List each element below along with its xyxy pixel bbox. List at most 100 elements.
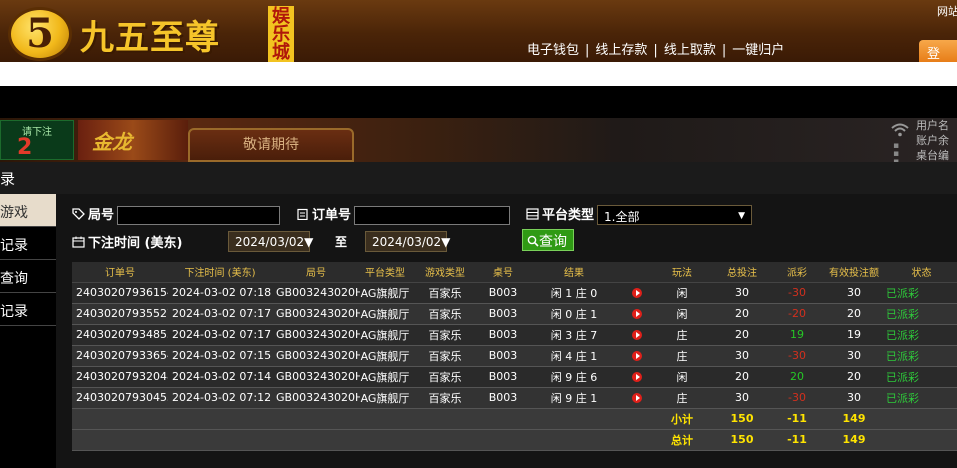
- chevron-down-icon: ▼: [738, 211, 745, 221]
- query-button[interactable]: 查询: [522, 229, 574, 251]
- sidebar-item-game[interactable]: 游戏: [0, 194, 56, 227]
- nav-consolidate-link[interactable]: 一键归户: [732, 43, 784, 58]
- nav-wallet-link[interactable]: 电子钱包: [527, 43, 579, 58]
- empty-cell: [272, 408, 360, 430]
- order-input[interactable]: [354, 206, 510, 225]
- cell-total-bet: 20: [712, 324, 772, 346]
- cell-platform: AG旗舰厅: [360, 345, 410, 367]
- cell-payout: -20: [772, 303, 822, 325]
- nav-withdraw-link[interactable]: 线上取款: [664, 43, 716, 58]
- site-link[interactable]: 网站: [937, 3, 957, 19]
- video-replay-icon[interactable]: [632, 372, 642, 382]
- subtotal-row: 小计 150 -11 149: [72, 408, 957, 430]
- date-from-picker[interactable]: 2024/03/02▼: [228, 231, 313, 252]
- column-header-bet-time: 下注时间 (美东): [168, 262, 272, 283]
- cell-status: 已派彩: [886, 366, 957, 388]
- cell-status: 已派彩: [886, 303, 957, 325]
- column-header-payout: 派彩: [772, 262, 822, 283]
- balance-label: 账户余: [916, 134, 949, 147]
- total-row: 总计 150 -11 149: [72, 429, 957, 451]
- cell-result-icon: [622, 303, 652, 325]
- video-replay-icon[interactable]: [632, 288, 642, 298]
- empty-cell: [168, 408, 272, 430]
- cell-bet-time: 2024-03-02 07:17:07: [168, 324, 272, 346]
- table-row[interactable]: 2403020793552752024-03-02 07:17:47GB0032…: [72, 303, 957, 325]
- subtotal-row-bet: 150: [712, 408, 772, 430]
- total-row-payout: -11: [772, 429, 822, 451]
- cell-bet-type: 庄: [652, 345, 712, 367]
- sidebar-item-records[interactable]: 记录: [0, 227, 56, 260]
- video-replay-icon[interactable]: [632, 393, 642, 403]
- list-icon: [526, 208, 539, 220]
- cell-result: 闲 4 庄 1: [526, 345, 622, 367]
- cell-platform: AG旗舰厅: [360, 387, 410, 409]
- table-row[interactable]: 2403020793485582024-03-02 07:17:07GB0032…: [72, 324, 957, 346]
- cell-bet-time: 2024-03-02 07:17:47: [168, 303, 272, 325]
- section-title: 录: [0, 162, 957, 194]
- total-row-valid: 149: [822, 429, 886, 451]
- video-replay-icon[interactable]: [632, 330, 642, 340]
- white-strip: [0, 62, 957, 86]
- subtotal-row-label: 小计: [652, 408, 712, 430]
- date-to-picker[interactable]: 2024/03/02▼: [365, 231, 450, 252]
- cell-round-id: GB003243020H5: [272, 366, 360, 388]
- cell-result-icon: [622, 366, 652, 388]
- nav-deposit-link[interactable]: 线上存款: [595, 43, 647, 58]
- empty-cell: [622, 429, 652, 451]
- round-label: 局号: [72, 204, 114, 223]
- logo-icon[interactable]: 5: [8, 7, 72, 61]
- cell-payout: -30: [772, 282, 822, 304]
- stay-tuned-tab[interactable]: 敬请期待: [188, 128, 354, 162]
- cell-result-icon: [622, 324, 652, 346]
- platform-select[interactable]: 1.全部 ▼: [597, 205, 752, 225]
- empty-cell: [72, 429, 168, 451]
- login-button[interactable]: 登: [919, 40, 957, 62]
- video-replay-icon[interactable]: [632, 309, 642, 319]
- search-icon: [527, 235, 539, 247]
- cell-game-type: 百家乐: [410, 366, 480, 388]
- video-replay-icon[interactable]: [632, 351, 642, 361]
- cell-bet-time: 2024-03-02 07:14:19: [168, 366, 272, 388]
- total-row-bet: 150: [712, 429, 772, 451]
- bet-label: 请下注: [22, 127, 52, 138]
- cell-round-id: GB003243020H3: [272, 387, 360, 409]
- calendar-icon: [72, 236, 85, 248]
- cell-payout: 20: [772, 366, 822, 388]
- empty-cell: [526, 408, 622, 430]
- cell-status: 已派彩: [886, 387, 957, 409]
- cell-platform: AG旗舰厅: [360, 282, 410, 304]
- table-id-label: 桌台编: [916, 149, 949, 162]
- game-banner: 请下注 2 金龙 敬请期待 ▪ ▪ ▪ 用户名 账户余 桌台编: [0, 118, 957, 162]
- cell-platform: AG旗舰厅: [360, 366, 410, 388]
- table-row[interactable]: 2403020793615472024-03-02 07:18:22GB0032…: [72, 282, 957, 304]
- cell-order-id: 240302079320487: [72, 366, 168, 388]
- cell-result: 闲 1 庄 0: [526, 282, 622, 304]
- cell-result-icon: [622, 387, 652, 409]
- cell-result: 闲 0 庄 1: [526, 303, 622, 325]
- to-label: 至: [335, 235, 348, 249]
- cell-round-id: GB003243020HB: [272, 303, 360, 325]
- table-row[interactable]: 2403020793045312024-03-02 07:12:55GB0032…: [72, 387, 957, 409]
- sidebar-item-query[interactable]: 查询: [0, 260, 56, 293]
- query-button-label: 查询: [539, 234, 567, 250]
- table-row[interactable]: 2403020793204872024-03-02 07:14:19GB0032…: [72, 366, 957, 388]
- subtotal-row-payout: -11: [772, 408, 822, 430]
- sidebar: 游戏 记录 查询 记录: [0, 194, 56, 468]
- empty-cell: [410, 408, 480, 430]
- table-row[interactable]: 2403020793365482024-03-02 07:15:51GB0032…: [72, 345, 957, 367]
- user-info: 用户名 账户余 桌台编: [916, 118, 949, 162]
- cell-total-bet: 30: [712, 282, 772, 304]
- column-header-bet-type: 玩法: [652, 262, 712, 283]
- site-header: 5 九五至尊 娱乐城 电子钱包 | 线上存款 | 线上取款 | 一键归户 网站 登: [0, 0, 957, 62]
- nav-separator: |: [585, 43, 590, 58]
- top-nav: 电子钱包 | 线上存款 | 线上取款 | 一键归户: [527, 39, 784, 58]
- cell-total-bet: 30: [712, 345, 772, 367]
- banner-art-text: 金龙: [92, 130, 132, 154]
- sidebar-item-log[interactable]: 记录: [0, 293, 56, 326]
- cell-total-bet: 20: [712, 366, 772, 388]
- nav-separator: |: [721, 43, 727, 58]
- round-input[interactable]: [117, 206, 280, 225]
- column-header-order-id: 订单号: [72, 262, 168, 283]
- cell-table-no: B003: [480, 282, 526, 304]
- empty-cell: [886, 429, 957, 451]
